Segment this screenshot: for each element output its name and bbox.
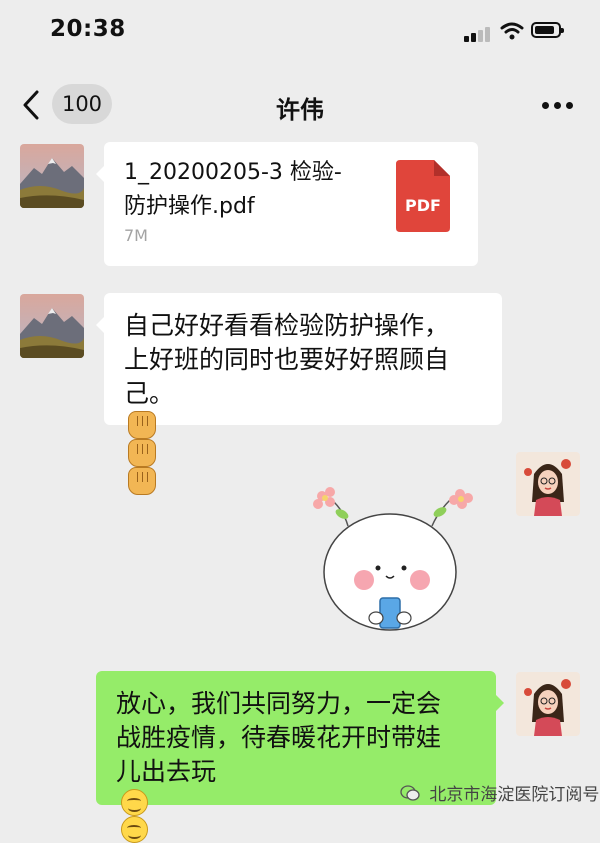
pdf-file-icon: PDF (396, 160, 450, 232)
fist-emoji-icon (128, 411, 156, 439)
file-name-line-2: 防护操作.pdf (124, 194, 255, 219)
contact-avatar[interactable] (20, 144, 84, 208)
more-options-icon[interactable] (538, 102, 578, 110)
message-line: 儿出去玩 (116, 757, 217, 786)
user-avatar[interactable] (516, 672, 580, 736)
message-line: 战胜疫情，待春暖花开时带娃 (116, 723, 442, 752)
watermark-text: 北京市海淀医院订阅号 (429, 785, 600, 805)
message-line: 上好班的同时也要好好照顾自 (124, 345, 450, 374)
file-name: 1_20200205-3 检验- 防护操作.pdf (124, 156, 374, 224)
cellular-signal-icon (464, 24, 492, 42)
contact-avatar[interactable] (20, 294, 84, 358)
status-time: 20:38 (50, 16, 126, 42)
message-text: 放心，我们共同努力，一定会 战胜疫情，待春暖花开时带娃 儿出去玩 (116, 687, 441, 843)
chat-header: 100 许伟 (0, 62, 600, 148)
file-name-line-1: 1_20200205-3 检验- (124, 160, 342, 185)
fist-emoji-icon (128, 467, 156, 495)
smile-emoji-icon (121, 789, 148, 816)
chat-title: 许伟 (276, 96, 324, 124)
watermark: 北京市海淀医院订阅号 (400, 780, 599, 805)
wifi-icon (500, 22, 524, 40)
status-bar: 20:38 (0, 0, 600, 62)
wechat-logo-icon (400, 784, 420, 801)
message-text: 自己好好看看检验防护操作， 上好班的同时也要好好照顾自 己。 (124, 309, 449, 495)
message-line: 自己好好看看检验防护操作， (124, 311, 450, 340)
message-line: 放心，我们共同努力，一定会 (116, 689, 442, 718)
fist-emoji-icon (128, 439, 156, 467)
file-message-bubble[interactable]: 1_20200205-3 检验- 防护操作.pdf 7M PDF (96, 142, 478, 266)
battery-icon (531, 22, 564, 38)
smile-emoji-icon (121, 816, 148, 843)
message-line: 己。 (124, 379, 175, 408)
pdf-icon-label: PDF (405, 196, 441, 215)
received-text-bubble[interactable]: 自己好好看看检验防护操作， 上好班的同时也要好好照顾自 己。 (96, 293, 502, 495)
file-size: 7M (124, 226, 148, 245)
user-avatar[interactable] (516, 452, 580, 516)
sticker-image[interactable] (304, 482, 476, 642)
